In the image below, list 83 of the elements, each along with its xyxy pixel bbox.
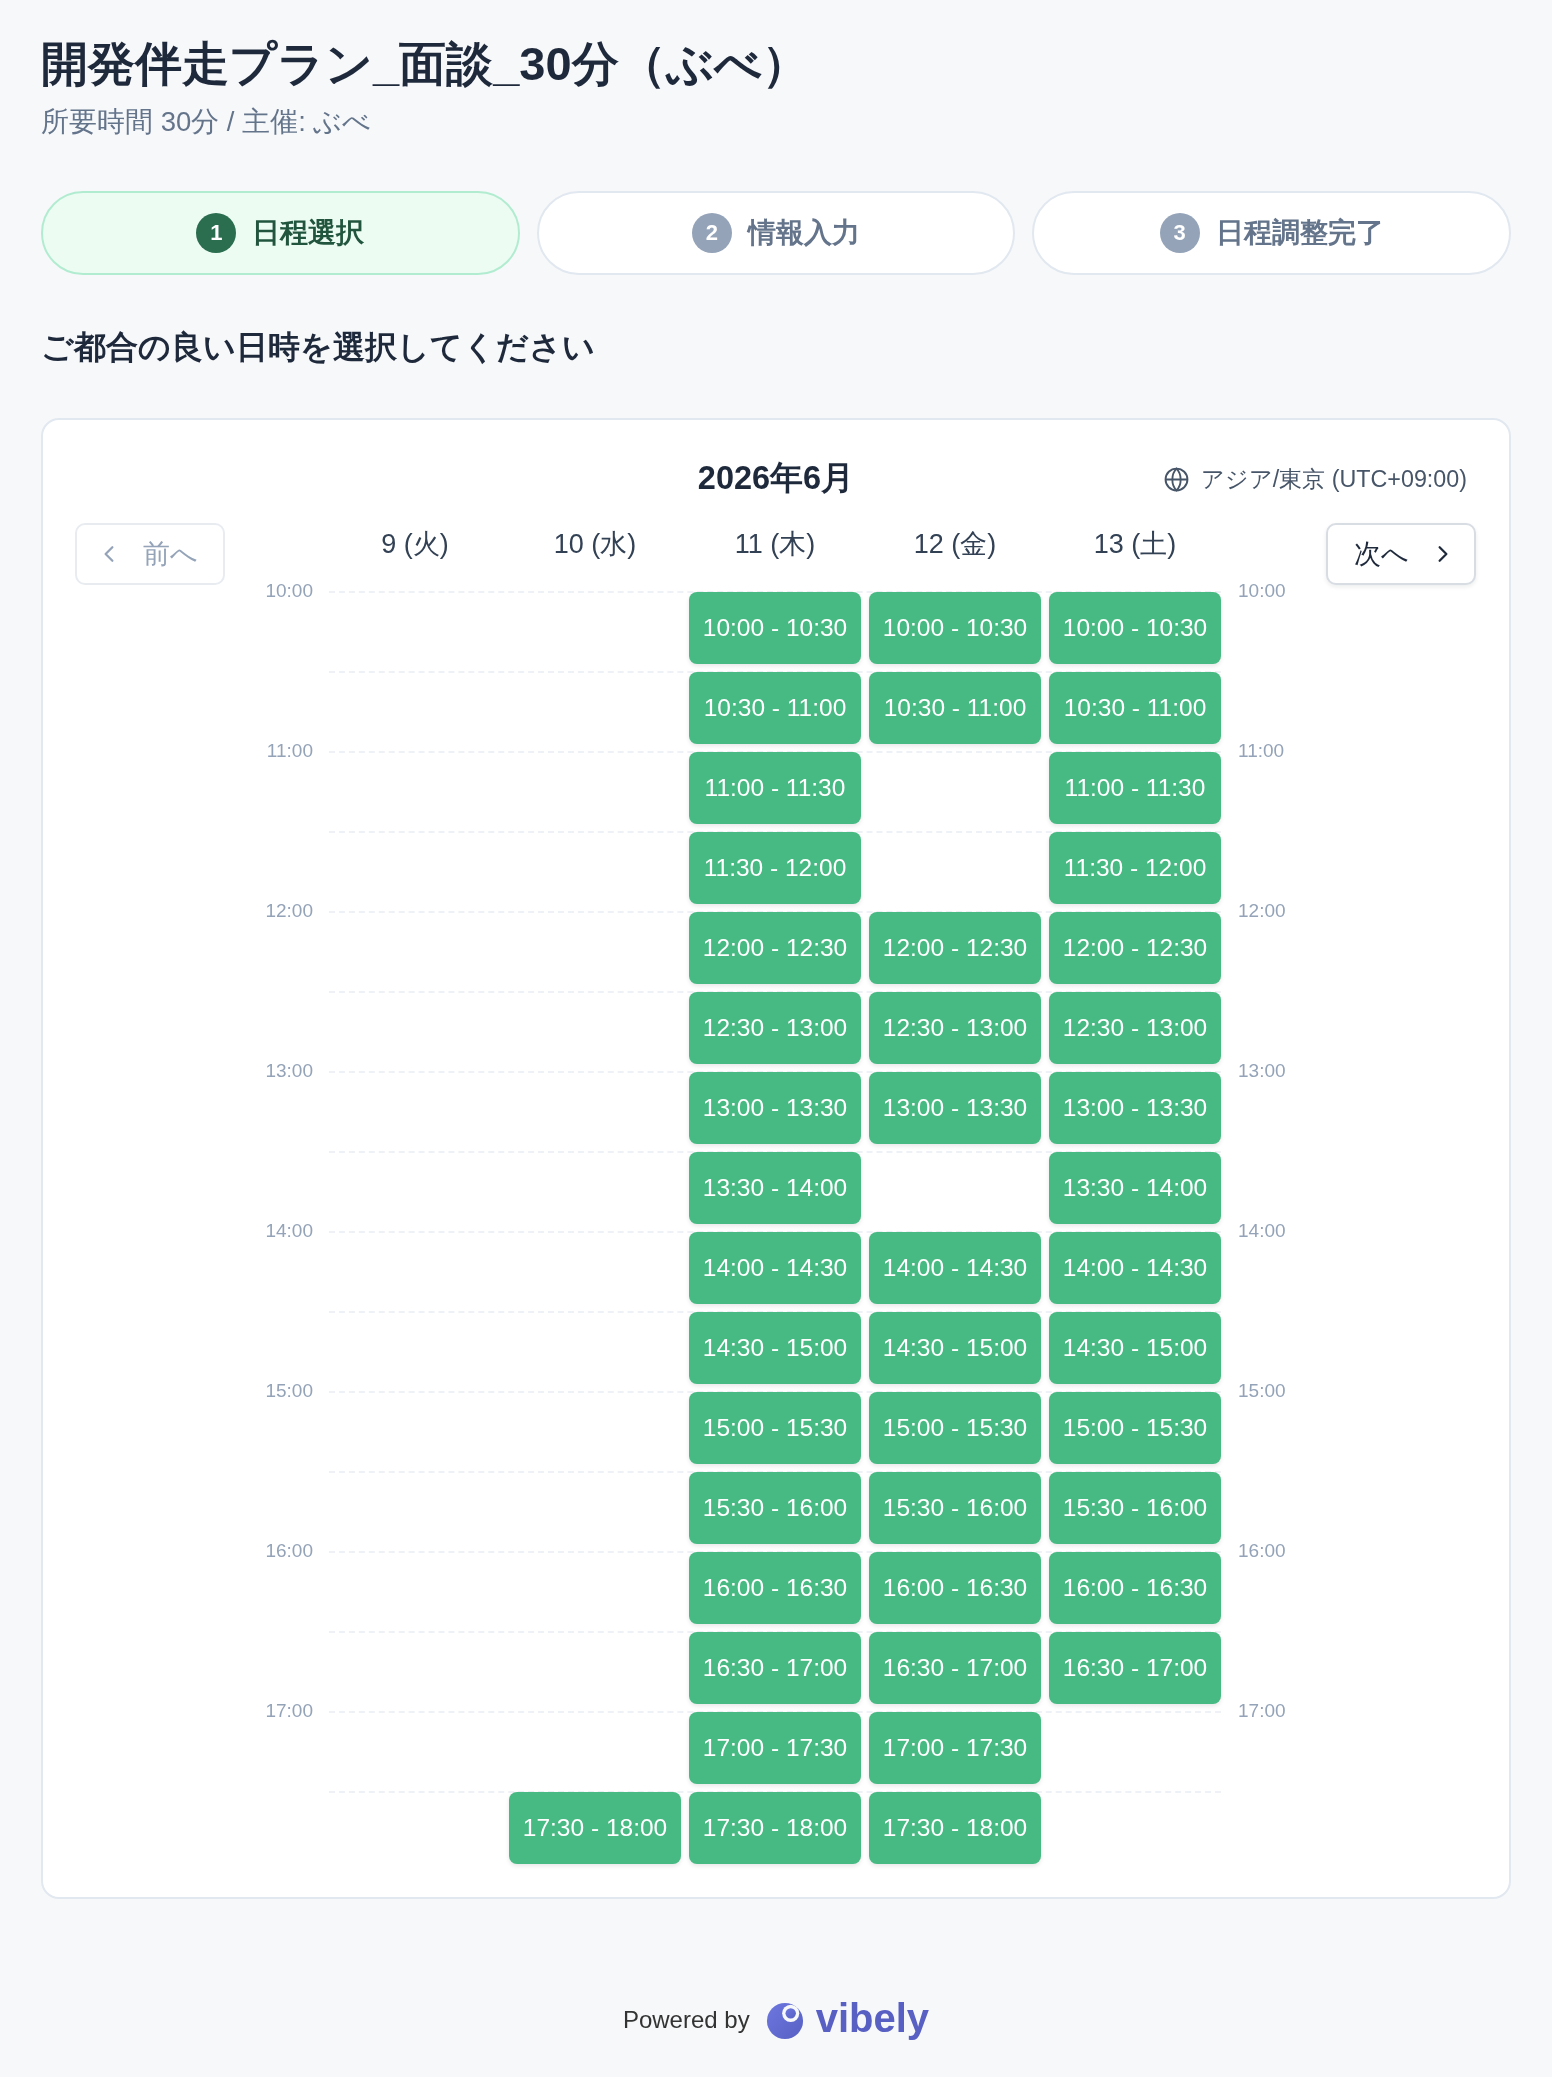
time-slot-button[interactable]: 12:00 - 12:30	[869, 912, 1041, 984]
step-label: 情報入力	[748, 216, 860, 250]
time-slot-button[interactable]: 16:30 - 17:00	[1049, 1632, 1221, 1704]
time-label: 13:00	[1238, 1059, 1286, 1083]
time-slot-button[interactable]: 13:30 - 14:00	[1049, 1152, 1221, 1224]
day-header: 13 (土)	[1092, 528, 1178, 561]
day-header: 11 (木)	[733, 528, 817, 561]
time-label: 16:00	[1238, 1539, 1286, 1563]
time-slot-button[interactable]: 15:30 - 16:00	[1049, 1472, 1221, 1544]
next-week-button[interactable]: 次へ	[1326, 523, 1476, 585]
time-slot-button[interactable]: 16:00 - 16:30	[689, 1552, 861, 1624]
day-header: 12 (金)	[912, 528, 998, 561]
time-label: 17:00	[1238, 1699, 1286, 1723]
time-label: 11:00	[1238, 739, 1285, 763]
event-title: 開発伴走プラン_面談_30分（ぶべ）	[41, 36, 810, 92]
time-slot-button[interactable]: 17:00 - 17:30	[869, 1712, 1041, 1784]
day-header: 9 (火)	[380, 528, 450, 561]
time-label: 15:00	[1238, 1379, 1286, 1403]
logo-icon	[765, 2001, 804, 2039]
time-slot-button[interactable]: 10:00 - 10:30	[1049, 592, 1221, 664]
time-slot-button[interactable]: 17:30 - 18:00	[509, 1792, 681, 1864]
time-slot-button[interactable]: 12:30 - 13:00	[689, 992, 861, 1064]
time-label: 12:00	[1238, 899, 1286, 923]
time-slot-button[interactable]: 10:30 - 11:00	[1049, 672, 1221, 744]
time-slot-button[interactable]: 16:30 - 17:00	[869, 1632, 1041, 1704]
time-slot-button[interactable]: 16:00 - 16:30	[869, 1552, 1041, 1624]
time-slot-button[interactable]: 14:30 - 15:00	[869, 1312, 1041, 1384]
time-slot-button[interactable]: 11:00 - 11:30	[689, 752, 861, 824]
time-slot-button[interactable]: 12:00 - 12:30	[689, 912, 861, 984]
time-slot-button[interactable]: 16:00 - 16:30	[1049, 1552, 1221, 1624]
time-slot-button[interactable]: 17:30 - 18:00	[689, 1792, 861, 1864]
time-slot-button[interactable]: 14:30 - 15:00	[1049, 1312, 1221, 1384]
time-label: 10:00	[1238, 579, 1286, 603]
time-slot-button[interactable]: 13:00 - 13:30	[689, 1072, 861, 1144]
time-label: 10:00	[265, 579, 313, 603]
time-slot-button[interactable]: 15:30 - 16:00	[869, 1472, 1041, 1544]
time-slot-button[interactable]: 14:30 - 15:00	[689, 1312, 861, 1384]
time-slot-button[interactable]: 15:00 - 15:30	[869, 1392, 1041, 1464]
timezone-label: アジア/東京 (UTC+09:00)	[1200, 464, 1467, 494]
time-slot-button[interactable]: 13:00 - 13:30	[1049, 1072, 1221, 1144]
step-label: 日程選択	[252, 216, 365, 250]
time-label: 12:00	[265, 899, 313, 923]
globe-icon	[1163, 466, 1189, 492]
time-slot-button[interactable]: 11:30 - 12:00	[689, 832, 861, 904]
time-slot-button[interactable]: 10:00 - 10:30	[869, 592, 1041, 664]
time-label: 14:00	[1238, 1219, 1286, 1243]
time-slot-button[interactable]: 14:00 - 14:30	[1049, 1232, 1221, 1304]
time-label: 13:00	[265, 1059, 313, 1083]
time-slot-button[interactable]: 15:30 - 16:00	[689, 1472, 861, 1544]
brand-wordmark: vibely	[815, 1998, 930, 2042]
time-slot-button[interactable]: 15:00 - 15:30	[1049, 1392, 1221, 1464]
time-slot-button[interactable]: 17:00 - 17:30	[689, 1712, 861, 1784]
time-slot-button[interactable]: 17:30 - 18:00	[869, 1792, 1041, 1864]
step-label: 日程調整完了	[1215, 216, 1384, 250]
time-slot-button[interactable]: 12:00 - 12:30	[1049, 912, 1221, 984]
time-slot-button[interactable]: 11:30 - 12:00	[1049, 832, 1221, 904]
section-heading: ご都合の良い日時を選択してください	[41, 328, 596, 367]
time-slot-button[interactable]: 14:00 - 14:30	[869, 1232, 1041, 1304]
time-label: 15:00	[265, 1379, 313, 1403]
time-label: 11:00	[266, 739, 313, 763]
time-slot-button[interactable]: 12:30 - 13:00	[1049, 992, 1221, 1064]
time-label: 16:00	[265, 1539, 313, 1563]
month-title: 2026年6月	[697, 459, 855, 498]
chevron-left-icon	[102, 545, 115, 563]
powered-by-text: Powered by	[622, 2006, 750, 2034]
time-slot-button[interactable]: 15:00 - 15:30	[689, 1392, 861, 1464]
time-slot-button[interactable]: 13:30 - 14:00	[689, 1152, 861, 1224]
time-label: 17:00	[265, 1699, 313, 1723]
time-slot-button[interactable]: 16:30 - 17:00	[689, 1632, 861, 1704]
time-slot-button[interactable]: 13:00 - 13:30	[869, 1072, 1041, 1144]
day-header: 10 (水)	[552, 528, 638, 561]
event-subtitle: 所要時間 30分 / 主催: ぶべ	[41, 105, 373, 139]
time-slot-button[interactable]: 10:30 - 11:00	[689, 672, 861, 744]
time-label: 14:00	[265, 1219, 313, 1243]
step-number: 3	[1159, 213, 1200, 253]
time-slot-button[interactable]: 14:00 - 14:30	[689, 1232, 861, 1304]
step-number: 1	[196, 213, 237, 253]
step-number: 2	[692, 213, 732, 253]
time-slot-button[interactable]: 11:00 - 11:30	[1049, 752, 1221, 824]
time-slot-button[interactable]: 10:00 - 10:30	[689, 592, 861, 664]
chevron-right-icon	[1436, 545, 1449, 563]
time-slot-button[interactable]: 12:30 - 13:00	[869, 992, 1041, 1064]
time-slot-button[interactable]: 10:30 - 11:00	[869, 672, 1041, 744]
